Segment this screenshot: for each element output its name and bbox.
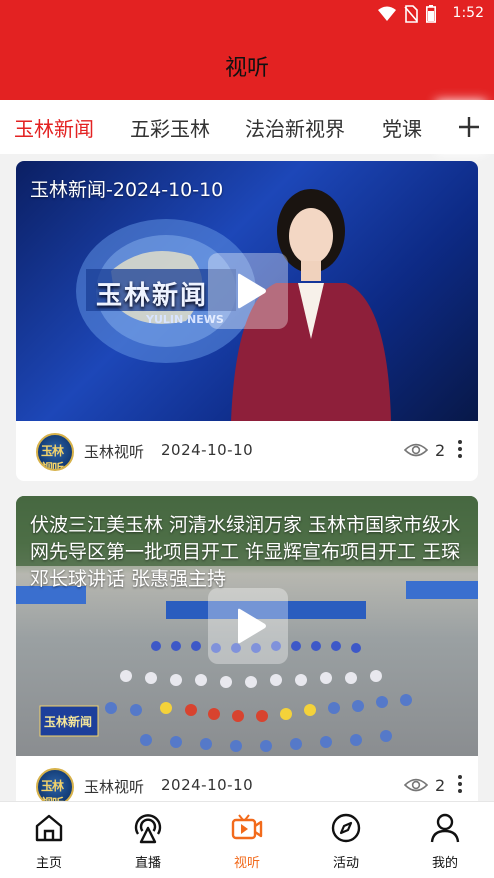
nav-video-label: 视听 [233, 856, 260, 871]
avatar[interactable]: 玉林视听 [36, 433, 74, 471]
nav-home-label: 主页 [35, 856, 62, 871]
no-sim-icon [404, 5, 418, 23]
publish-date: 2024-10-10 [161, 441, 254, 459]
add-tab-button[interactable] [444, 100, 494, 154]
bottom-navigation: 主页 直播 视听 活动 我的 [0, 801, 494, 878]
play-icon [238, 608, 266, 644]
tab-legal-new-vision[interactable]: 法治新视界 [245, 113, 345, 142]
thumbnail-caption: 玉林新闻 [44, 715, 93, 729]
live-broadcast-icon [134, 814, 162, 844]
nav-profile[interactable]: 我的 [396, 802, 494, 878]
avatar-logo-text: 玉林视听 [41, 444, 64, 471]
source-name: 玉林视听 [84, 443, 145, 461]
nav-live[interactable]: 直播 [99, 802, 197, 878]
thumbnail-caption: 玉林新闻 [96, 281, 209, 311]
tab-yulin-news[interactable]: 玉林新闻 [14, 113, 94, 142]
tv-play-icon [231, 814, 263, 840]
source-name: 玉林视听 [84, 778, 145, 796]
publish-date: 2024-10-10 [161, 776, 254, 794]
eye-icon [404, 778, 428, 792]
compass-icon [331, 813, 361, 843]
nav-video[interactable]: 视听 [198, 802, 296, 878]
user-icon [430, 813, 460, 843]
video-thumbnail[interactable]: 玉林新闻 YULIN NEWS 玉林新闻-2024-10-10 [16, 161, 478, 421]
play-icon [238, 273, 266, 309]
video-card[interactable]: 玉林新闻 YULIN NEWS 玉林新闻-2024-10-10 玉林视听 玉林视… [16, 161, 478, 481]
nav-profile-label: 我的 [431, 856, 458, 871]
tab-party-class[interactable]: 党课 [382, 113, 422, 142]
video-title: 玉林新闻-2024-10-10 [30, 179, 224, 201]
view-count: 2 [435, 776, 446, 795]
wifi-icon [378, 6, 396, 21]
category-tabs: 玉林新闻 五彩玉林 法治新视界 党课 [0, 100, 494, 154]
more-options-icon[interactable] [454, 772, 466, 800]
page-title: 视听 [224, 56, 269, 81]
nav-live-label: 直播 [134, 856, 161, 871]
nav-home[interactable]: 主页 [0, 802, 98, 878]
app-bar: 视听 [0, 28, 494, 100]
status-bar: 1:52 [0, 0, 494, 28]
video-title: 伏波三江美玉林 河清水绿润万家 玉林市国家市级水网先导区第一批项目开工 许显辉宣… [30, 514, 461, 590]
home-icon [35, 814, 63, 842]
battery-icon [426, 5, 436, 23]
status-icons [378, 5, 436, 23]
nav-activities-label: 活动 [332, 856, 359, 871]
play-button[interactable] [208, 253, 288, 329]
eye-icon [404, 443, 428, 457]
video-meta: 玉林视听 玉林视听 2024-10-10 2 [16, 421, 478, 481]
video-card[interactable]: 玉林新闻 伏波三江美玉林 河清水绿润万家 玉林市国家市级水网先导区第一批项目开工… [16, 496, 478, 816]
play-button[interactable] [208, 588, 288, 664]
status-time: 1:52 [452, 5, 484, 21]
more-options-icon[interactable] [454, 437, 466, 465]
nav-activities[interactable]: 活动 [297, 802, 395, 878]
video-thumbnail[interactable]: 玉林新闻 伏波三江美玉林 河清水绿润万家 玉林市国家市级水网先导区第一批项目开工… [16, 496, 478, 756]
plus-icon [459, 117, 479, 137]
view-count: 2 [435, 441, 446, 460]
tab-wucai-yulin[interactable]: 五彩玉林 [130, 113, 210, 142]
